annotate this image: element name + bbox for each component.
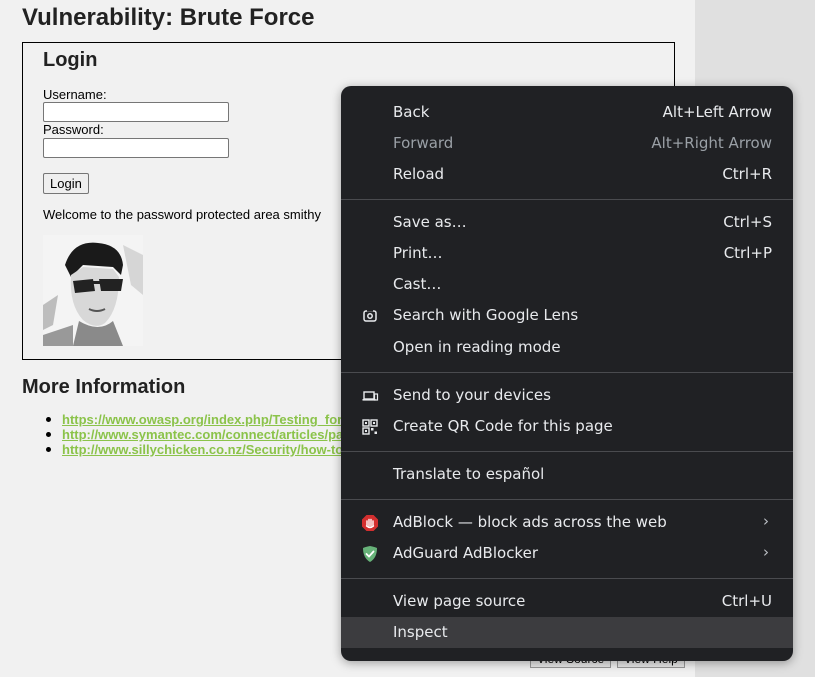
menu-item-view-page-source[interactable]: View page source Ctrl+U — [341, 586, 793, 617]
menu-item-search-google-lens[interactable]: Search with Google Lens — [341, 300, 793, 331]
page-title: Vulnerability: Brute Force — [22, 4, 315, 31]
list-item: http://www.symantec.com/connect/articles… — [44, 427, 344, 442]
menu-item-label: Translate to español — [393, 465, 545, 483]
menu-item-label: AdBlock — block ads across the web — [393, 513, 667, 531]
menu-separator — [341, 199, 793, 200]
menu-separator — [341, 372, 793, 373]
menu-item-label: Reload — [393, 165, 445, 183]
login-heading: Login — [43, 49, 98, 71]
menu-item-label: Back — [393, 103, 430, 121]
adguard-icon — [361, 545, 379, 563]
chevron-right-icon: › — [763, 543, 769, 561]
menu-item-shortcut: Ctrl+R — [722, 165, 772, 183]
menu-separator — [341, 499, 793, 500]
login-button[interactable]: Login — [43, 173, 89, 194]
menu-item-back[interactable]: Back Alt+Left Arrow — [341, 97, 793, 128]
adblock-icon — [361, 514, 379, 532]
menu-item-label: Create QR Code for this page — [393, 417, 613, 435]
google-lens-icon — [361, 307, 379, 325]
menu-item-label: Forward — [393, 134, 454, 152]
menu-item-label: Save as… — [393, 213, 467, 231]
menu-item-label: Open in reading mode — [393, 338, 561, 356]
context-menu: Back Alt+Left Arrow Forward Alt+Right Ar… — [341, 86, 793, 661]
user-avatar-image — [43, 235, 143, 346]
menu-item-cast[interactable]: Cast… — [341, 269, 793, 300]
menu-item-reload[interactable]: Reload Ctrl+R — [341, 159, 793, 190]
menu-item-shortcut: Ctrl+P — [723, 244, 772, 262]
qr-code-icon — [361, 418, 379, 436]
password-label: Password: — [43, 122, 104, 137]
menu-item-label: AdGuard AdBlocker — [393, 544, 538, 562]
menu-item-adguard[interactable]: AdGuard AdBlocker › — [341, 538, 793, 569]
menu-item-send-to-devices[interactable]: Send to your devices — [341, 380, 793, 411]
username-label: Username: — [43, 87, 107, 102]
menu-item-shortcut: Ctrl+U — [721, 592, 772, 610]
menu-item-inspect[interactable]: Inspect — [341, 617, 793, 648]
menu-item-label: Search with Google Lens — [393, 306, 579, 324]
send-to-devices-icon — [361, 387, 379, 405]
menu-item-forward[interactable]: Forward Alt+Right Arrow — [341, 128, 793, 159]
owasp-link[interactable]: https://www.owasp.org/index.php/Testing_… — [62, 412, 344, 427]
menu-item-shortcut: Alt+Right Arrow — [651, 134, 772, 152]
more-information-heading: More Information — [22, 376, 186, 398]
more-information-links: https://www.owasp.org/index.php/Testing_… — [44, 412, 344, 457]
password-input[interactable] — [43, 138, 229, 158]
menu-item-save-as[interactable]: Save as… Ctrl+S — [341, 207, 793, 238]
menu-item-translate[interactable]: Translate to español — [341, 459, 793, 490]
menu-item-print[interactable]: Print… Ctrl+P — [341, 238, 793, 269]
chevron-right-icon: › — [763, 512, 769, 530]
menu-separator — [341, 578, 793, 579]
menu-item-shortcut: Ctrl+S — [723, 213, 772, 231]
menu-item-label: Inspect — [393, 623, 448, 641]
menu-item-reading-mode[interactable]: Open in reading mode — [341, 332, 793, 363]
username-input[interactable] — [43, 102, 229, 122]
menu-item-adblock[interactable]: AdBlock — block ads across the web › — [341, 507, 793, 538]
list-item: http://www.sillychicken.co.nz/Security/h… — [44, 442, 344, 457]
symantec-link[interactable]: http://www.symantec.com/connect/articles… — [62, 427, 344, 442]
menu-item-shortcut: Alt+Left Arrow — [662, 103, 772, 121]
welcome-message: Welcome to the password protected area s… — [43, 207, 321, 222]
menu-separator — [341, 451, 793, 452]
menu-item-label: View page source — [393, 592, 526, 610]
menu-item-label: Send to your devices — [393, 386, 551, 404]
menu-item-label: Print… — [393, 244, 443, 262]
menu-item-label: Cast… — [393, 275, 442, 293]
sillychicken-link[interactable]: http://www.sillychicken.co.nz/Security/h… — [62, 442, 344, 457]
menu-item-create-qr-code[interactable]: Create QR Code for this page — [341, 411, 793, 442]
list-item: https://www.owasp.org/index.php/Testing_… — [44, 412, 344, 427]
